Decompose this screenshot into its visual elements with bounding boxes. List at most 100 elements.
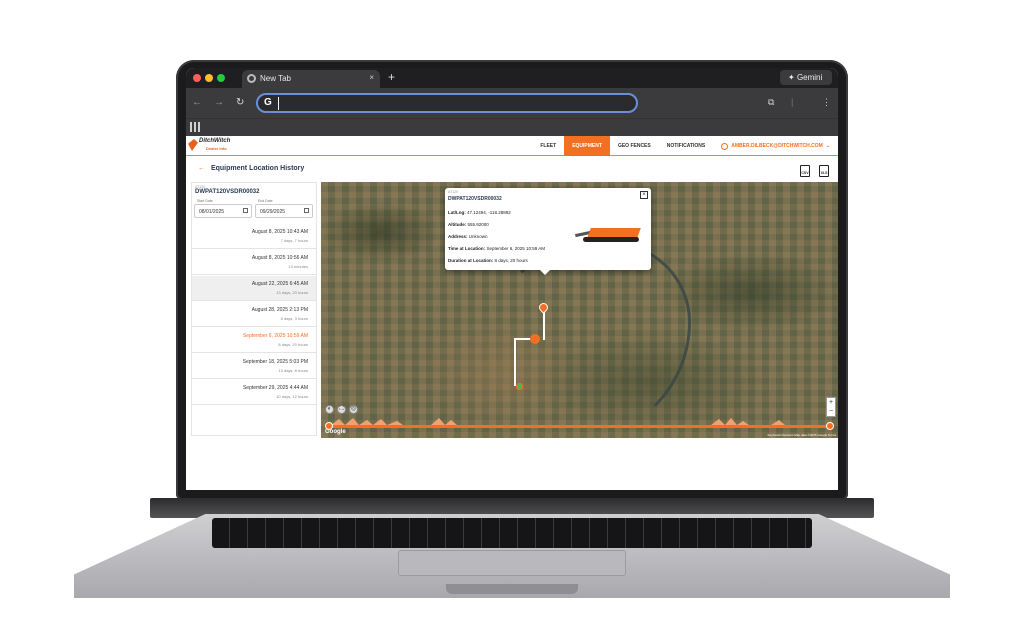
laptop-notch: [446, 584, 578, 594]
location-history-panel: AT120 DWPAT120VSDR00032 Start Date 08/01…: [191, 182, 317, 436]
popup-latlng: Lat/Lng: 47.12494, -118.28892: [448, 210, 511, 215]
nav-fleet[interactable]: FLEET: [532, 136, 564, 156]
zoom-in-button[interactable]: +: [827, 398, 835, 407]
app-page: DitchWitch Dealer Info FLEET EQUIPMENT G…: [186, 136, 838, 490]
address-bar[interactable]: G: [256, 93, 638, 113]
map-attribution: Keyboard shortcuts Map data ©2025 Google…: [767, 433, 836, 437]
user-menu[interactable]: AMBER.DILBECK@DITCHWITCH.COM ⌄: [713, 136, 838, 156]
history-row-active[interactable]: September 6, 2025 10:59 AM 8 days, 20 ho…: [192, 328, 316, 353]
export-csv-button[interactable]: CSV: [800, 165, 810, 177]
logo-mark-icon: [188, 139, 198, 151]
row-date: August 28, 2025 2:13 PM: [251, 307, 308, 313]
timeline-end-handle[interactable]: [826, 422, 834, 430]
start-date-label: Start Date: [197, 199, 213, 203]
nav-notifications[interactable]: NOTIFICATIONS: [659, 136, 714, 156]
tab-title: New Tab: [260, 74, 291, 83]
satellite-map[interactable]: AT120 DWPAT120VSDR00032 × Lat/Lng: 47.12…: [321, 182, 838, 438]
row-duration: 13 days, 8 hours: [278, 368, 308, 373]
map-fullscreen-icon[interactable]: ⛶: [337, 405, 346, 414]
popup-duration: Duration at Location: 8 days, 20 hours: [448, 258, 528, 263]
logo-sub: Dealer Info: [206, 146, 227, 151]
app-header: DitchWitch Dealer Info FLEET EQUIPMENT G…: [186, 136, 838, 156]
row-duration: 8 days, 20 hours: [278, 342, 308, 347]
export-xls-button[interactable]: XLS: [819, 165, 829, 177]
nav-equipment[interactable]: EQUIPMENT: [564, 136, 610, 156]
end-date-value: 09/29/2025: [260, 209, 286, 215]
sparkle-icon: ✦: [788, 73, 795, 82]
close-window-button[interactable]: [193, 74, 201, 82]
zoom-control[interactable]: + −: [826, 397, 836, 417]
apps-grid-icon[interactable]: [190, 122, 200, 132]
route-segment: [543, 310, 545, 340]
popup-close-icon[interactable]: ×: [640, 191, 648, 199]
back-arrow-icon[interactable]: ←: [198, 165, 205, 172]
gemini-button[interactable]: ✦ Gemini: [780, 70, 832, 85]
route-segment: [514, 338, 516, 386]
start-date-field[interactable]: Start Date 08/01/2025: [194, 199, 252, 218]
page-title: Equipment Location History: [210, 165, 305, 172]
logo-name: DitchWitch: [199, 138, 231, 144]
row-date: September 29, 2025 4:44 AM: [242, 385, 308, 391]
xls-file-icon: XLS: [820, 171, 828, 175]
more-menu-icon[interactable]: ⋮: [822, 97, 831, 108]
nav-geo-fences[interactable]: GEO FENCES: [610, 136, 659, 156]
user-avatar-icon: [721, 142, 729, 150]
new-tab-button[interactable]: +: [388, 70, 395, 84]
maximize-window-button[interactable]: [217, 74, 225, 82]
start-date-value: 08/01/2025: [199, 209, 225, 215]
row-duration: 8 days, 3 hours: [280, 316, 308, 321]
forward-arrow-icon[interactable]: →: [214, 97, 224, 108]
row-duration: 7 days, 7 hours: [280, 238, 308, 243]
address-input[interactable]: [278, 97, 628, 110]
chevron-down-icon: ⌄: [825, 143, 830, 149]
location-marker[interactable]: [530, 334, 540, 344]
timeline-slider[interactable]: [321, 415, 838, 438]
trackpad: [398, 550, 626, 576]
popup-asset-model: AT120: [448, 190, 459, 194]
history-row[interactable]: August 8, 2025 10:56 AM 13 minutes: [192, 250, 316, 275]
row-duration: 13 minutes: [288, 264, 308, 269]
directional-drill-image: [575, 222, 645, 244]
row-date: September 18, 2025 5:03 PM: [242, 359, 308, 365]
popup-time: Time at Location: September 6, 2025 10:5…: [448, 246, 545, 251]
laptop-mockup: New Tab × + ✦ Gemini ← → ↻ G ⧉ | ⋮ Ditch…: [0, 0, 1024, 640]
map-layer-icon[interactable]: ◐: [325, 405, 334, 414]
main-nav: FLEET EQUIPMENT GEO FENCES NOTIFICATIONS…: [532, 136, 838, 156]
row-duration: 10 days, 12 hours: [276, 394, 308, 399]
end-date-field[interactable]: End Date 09/29/2025: [255, 199, 313, 218]
csv-file-icon: CSV: [801, 171, 809, 175]
history-row[interactable]: August 22, 2025 6:45 AM 13 days, 20 hour…: [192, 276, 316, 301]
google-watermark: Google: [325, 429, 346, 435]
history-row[interactable]: September 29, 2025 4:44 AM 10 days, 12 h…: [192, 380, 316, 405]
activity-sparkline: [331, 418, 828, 425]
keyboard: [212, 518, 812, 548]
popup-asset-id: DWPAT120VSDR00032: [448, 196, 502, 202]
row-duration: 13 days, 20 hours: [276, 290, 308, 295]
location-info-popup: AT120 DWPAT120VSDR00032 × Lat/Lng: 47.12…: [445, 188, 651, 275]
separator: |: [791, 97, 794, 107]
minimize-window-button[interactable]: [205, 74, 213, 82]
calendar-icon: [243, 208, 248, 213]
map-river: [491, 242, 691, 438]
row-date: August 8, 2025 10:56 AM: [251, 255, 308, 261]
row-date: August 22, 2025 6:45 AM: [251, 281, 308, 287]
gemini-label: Gemini: [796, 73, 823, 82]
asset-id: DWPAT120VSDR00032: [195, 189, 260, 195]
history-row[interactable]: August 8, 2025 10:43 AM 7 days, 7 hours: [192, 224, 316, 249]
popup-altitude: Altitude: 555.92000: [448, 222, 489, 227]
end-date-label: End Date: [258, 199, 273, 203]
google-icon: G: [264, 97, 272, 108]
ditchwitch-logo[interactable]: DitchWitch Dealer Info: [188, 137, 238, 154]
lens-icon[interactable]: ⧉: [768, 97, 774, 108]
history-row[interactable]: August 28, 2025 2:13 PM 8 days, 3 hours: [192, 302, 316, 327]
tab-close-icon[interactable]: ×: [369, 73, 374, 82]
start-marker[interactable]: [516, 383, 523, 390]
browser-tab-bar: New Tab × + ✦ Gemini: [186, 68, 838, 88]
laptop-screen: New Tab × + ✦ Gemini ← → ↻ G ⧉ | ⋮ Ditch…: [186, 68, 838, 490]
reload-icon[interactable]: ↻: [236, 97, 244, 108]
popup-address: Address: Unknown: [448, 234, 488, 239]
map-locate-icon[interactable]: ◎: [349, 405, 358, 414]
history-row[interactable]: September 18, 2025 5:03 PM 13 days, 8 ho…: [192, 354, 316, 379]
browser-tab[interactable]: New Tab ×: [242, 70, 380, 88]
back-arrow-icon[interactable]: ←: [192, 97, 202, 108]
